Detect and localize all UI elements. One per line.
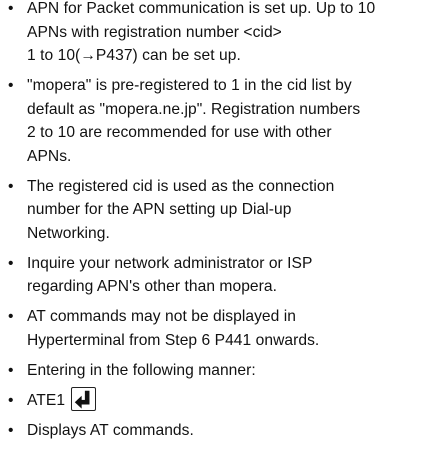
text-line: "mopera" is pre-registered to 1 in the c… [27,77,352,94]
text-line: APNs. [27,147,72,165]
text-line: APN for Packet communication is set up. … [27,0,376,17]
text-line: Inquire your network administrator or IS… [27,254,313,272]
bullet-item-displays-at: • Displays AT commands. [0,419,437,443]
bullet-item-mopera: • "mopera" is pre-registered to 1 in the… [0,74,437,168]
bullet-item-ate1: • ATE1 [0,386,437,413]
enter-key-icon [71,386,97,411]
bullet-marker: • [8,391,14,409]
text-line: Displays AT commands. [27,422,194,439]
text-line: The registered cid is used as the connec… [27,177,335,195]
command-text: ATE1 [27,391,66,409]
text-line: Networking. [27,224,110,242]
text-line: AT commands may not be displayed in [27,308,296,325]
text-line: Entering in the following manner: [27,361,256,379]
text-line: APNs with registration number <cid> [27,23,282,41]
text-line: default as "mopera.ne.jp". Registration … [27,100,361,118]
bullet-marker: • [8,0,14,17]
bullet-marker: • [8,77,14,94]
bullet-item-inquire-admin: • Inquire your network administrator or … [0,252,437,299]
bullet-marker: • [8,254,14,272]
text-line: number for the APN setting up Dial-up [27,201,292,218]
document-body: • APN for Packet communication is set up… [0,0,437,449]
bullet-list: • APN for Packet communication is set up… [0,0,437,443]
text-line: Hyperterminal from Step 6 P441 onwards. [27,331,320,349]
bullet-item-registered-cid: • The registered cid is used as the conn… [0,175,437,246]
text-line: 2 to 10 are recommended for use with oth… [27,124,332,141]
text-line: regarding APN's other than mopera. [27,278,277,295]
bullet-item-entering-manner: • Entering in the following manner: [0,359,437,383]
bullet-marker: • [8,361,14,379]
bullet-item-apn-setup: • APN for Packet communication is set up… [0,0,437,68]
bullet-marker: • [8,177,14,195]
bullet-marker: • [8,308,14,325]
bullet-item-at-commands-note: • AT commands may not be displayed in Hy… [0,305,437,352]
text-line: 1 to 10(→P437) can be set up. [27,47,241,64]
bullet-marker: • [8,422,14,439]
